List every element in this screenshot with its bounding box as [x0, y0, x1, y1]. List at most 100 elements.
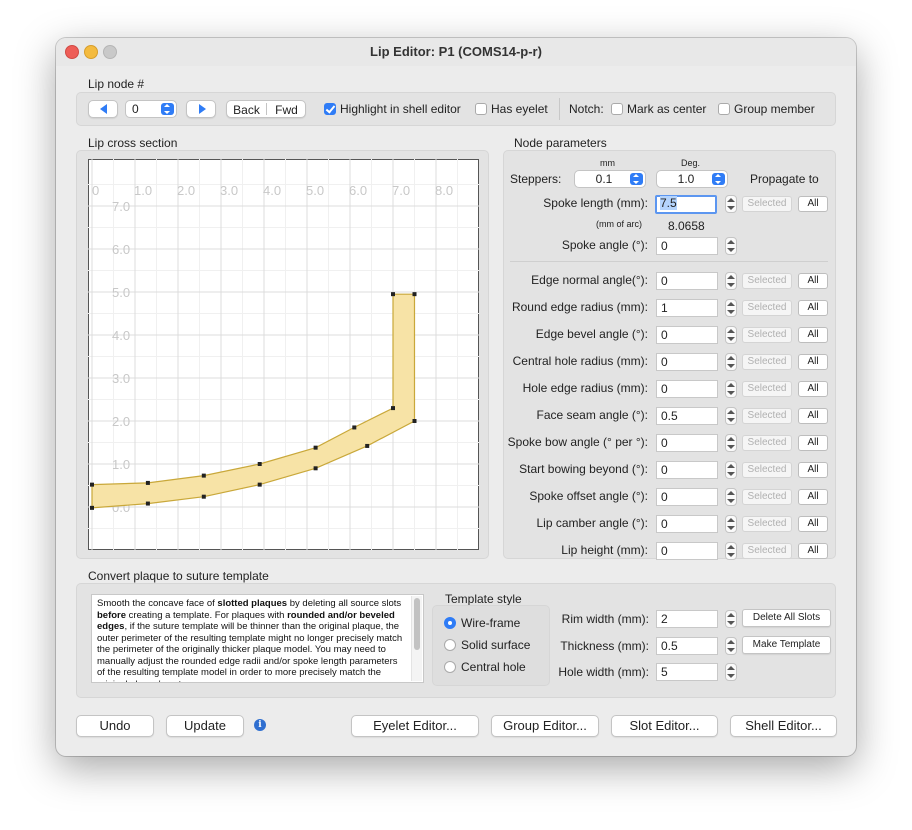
spoke-angle-stepper[interactable]: [725, 237, 737, 255]
lip-camber-angle-all-button[interactable]: All: [798, 516, 828, 532]
back-button[interactable]: Back: [227, 101, 266, 117]
mm-of-arc-value: 8.0658: [668, 219, 705, 233]
spoke-bow-angle-per-selected-button[interactable]: Selected: [742, 435, 792, 451]
description-bold-text: slotted plaques: [217, 598, 288, 609]
central-hole-label: Central hole: [461, 660, 526, 674]
fwd-button[interactable]: Fwd: [267, 101, 306, 117]
spoke-offset-angle-stepper[interactable]: [725, 488, 737, 506]
spoke-length-all-button[interactable]: All: [798, 196, 828, 212]
prev-node-button[interactable]: [88, 100, 118, 118]
round-edge-radius-mm-selected-button[interactable]: Selected: [742, 300, 792, 316]
lip-height-mm-stepper[interactable]: [725, 542, 737, 560]
eyelet-editor-button[interactable]: Eyelet Editor...: [351, 715, 479, 737]
central-hole-radius-mm-field[interactable]: 0: [656, 353, 718, 371]
cross-section-plot[interactable]: 0 1.0 2.0 3.0 4.0 5.0 6.0 7.0 8.0 7.0 6.0 5.0 4.0 3.0…: [88, 159, 479, 550]
template-style-group: Wire-frame Solid surface Central hole: [432, 605, 550, 686]
hole-edge-radius-mm-label: Hole edge radius (mm):: [522, 381, 648, 395]
lip-height-mm-selected-button[interactable]: Selected: [742, 543, 792, 559]
spoke-angle-field[interactable]: 0: [656, 237, 718, 255]
hole-edge-radius-mm-selected-button[interactable]: Selected: [742, 381, 792, 397]
thickness-field[interactable]: 0.5: [656, 637, 718, 655]
round-edge-radius-mm-stepper[interactable]: [725, 299, 737, 317]
lip-camber-angle-stepper[interactable]: [725, 515, 737, 533]
spoke-angle-label: Spoke angle (°):: [561, 238, 648, 252]
edge-bevel-angle-stepper[interactable]: [725, 326, 737, 344]
round-edge-radius-mm-field[interactable]: 1: [656, 299, 718, 317]
next-node-button[interactable]: [186, 100, 216, 118]
lip-node-marker: [412, 292, 417, 297]
edge-bevel-angle-field[interactable]: 0: [656, 326, 718, 344]
spoke-offset-angle-field[interactable]: 0: [656, 488, 718, 506]
spoke-bow-angle-per-field[interactable]: 0: [656, 434, 718, 452]
select-arrows-icon: [161, 103, 174, 115]
hole-edge-radius-mm-all-button[interactable]: All: [798, 381, 828, 397]
edge-bevel-angle-selected-button[interactable]: Selected: [742, 327, 792, 343]
face-seam-angle-field[interactable]: 0.5: [656, 407, 718, 425]
lip-node-marker: [201, 473, 206, 478]
wire-frame-radio[interactable]: [444, 617, 456, 629]
group-member-checkbox[interactable]: [718, 103, 730, 115]
slot-editor-button[interactable]: Slot Editor...: [611, 715, 718, 737]
rim-width-stepper[interactable]: [725, 610, 737, 628]
central-hole-radio[interactable]: [444, 661, 456, 673]
divider: [559, 98, 560, 120]
chevron-up-icon: [727, 613, 735, 617]
spoke-offset-angle-all-button[interactable]: All: [798, 489, 828, 505]
edge-normal-angle-field[interactable]: 0: [656, 272, 718, 290]
start-bowing-beyond-stepper[interactable]: [725, 461, 737, 479]
chevron-up-icon: [727, 275, 735, 279]
face-seam-angle-all-button[interactable]: All: [798, 408, 828, 424]
mm-stepper-select[interactable]: 0.1: [574, 170, 646, 188]
spoke-length-selected-button[interactable]: Selected: [742, 196, 792, 212]
round-edge-radius-mm-all-button[interactable]: All: [798, 300, 828, 316]
hole-width-stepper[interactable]: [725, 663, 737, 681]
central-hole-radius-mm-all-button[interactable]: All: [798, 354, 828, 370]
description-scrollbar[interactable]: [411, 596, 422, 681]
mark-center-checkbox[interactable]: [611, 103, 623, 115]
start-bowing-beyond-field[interactable]: 0: [656, 461, 718, 479]
group-editor-button[interactable]: Group Editor...: [491, 715, 599, 737]
edge-normal-angle-stepper[interactable]: [725, 272, 737, 290]
edge-normal-angle-all-button[interactable]: All: [798, 273, 828, 289]
deg-stepper-select[interactable]: 1.0: [656, 170, 728, 188]
lip-node-marker: [145, 501, 150, 506]
start-bowing-beyond-all-button[interactable]: All: [798, 462, 828, 478]
face-seam-angle-stepper[interactable]: [725, 407, 737, 425]
spoke-offset-angle-selected-button[interactable]: Selected: [742, 489, 792, 505]
lip-camber-angle-field[interactable]: 0: [656, 515, 718, 533]
shell-editor-button[interactable]: Shell Editor...: [730, 715, 837, 737]
solid-surface-radio[interactable]: [444, 639, 456, 651]
edge-normal-angle-selected-button[interactable]: Selected: [742, 273, 792, 289]
hole-edge-radius-mm-field[interactable]: 0: [656, 380, 718, 398]
spoke-bow-angle-per-stepper[interactable]: [725, 434, 737, 452]
thickness-stepper[interactable]: [725, 637, 737, 655]
make-template-button[interactable]: Make Template: [742, 636, 831, 654]
spoke-bow-angle-per-all-button[interactable]: All: [798, 435, 828, 451]
lip-node-marker: [257, 482, 262, 487]
rim-width-field[interactable]: 2: [656, 610, 718, 628]
spoke-length-stepper[interactable]: [725, 195, 737, 213]
lip-height-mm-all-button[interactable]: All: [798, 543, 828, 559]
delete-all-slots-button[interactable]: Delete All Slots: [742, 609, 831, 627]
central-hole-radius-mm-stepper[interactable]: [725, 353, 737, 371]
start-bowing-beyond-selected-button[interactable]: Selected: [742, 462, 792, 478]
has-eyelet-checkbox[interactable]: [475, 103, 487, 115]
face-seam-angle-selected-button[interactable]: Selected: [742, 408, 792, 424]
hole-edge-radius-mm-stepper[interactable]: [725, 380, 737, 398]
edge-bevel-angle-all-button[interactable]: All: [798, 327, 828, 343]
update-button[interactable]: Update: [166, 715, 244, 737]
spoke-length-field[interactable]: 7.5: [655, 195, 717, 214]
node-number-select[interactable]: 0: [125, 100, 177, 118]
spoke-offset-angle-label: Spoke offset angle (°):: [529, 489, 648, 503]
description-text-segment: Smooth the concave face of: [97, 598, 218, 609]
highlight-checkbox[interactable]: [324, 103, 336, 115]
scrollbar-thumb[interactable]: [414, 598, 420, 650]
undo-button[interactable]: Undo: [76, 715, 154, 737]
lip-camber-angle-selected-button[interactable]: Selected: [742, 516, 792, 532]
description-bold-text: before: [97, 609, 127, 621]
chevron-down-icon: [727, 418, 735, 422]
hole-width-field[interactable]: 5: [656, 663, 718, 681]
info-icon[interactable]: i: [254, 719, 266, 731]
central-hole-radius-mm-selected-button[interactable]: Selected: [742, 354, 792, 370]
lip-height-mm-field[interactable]: 0: [656, 542, 718, 560]
